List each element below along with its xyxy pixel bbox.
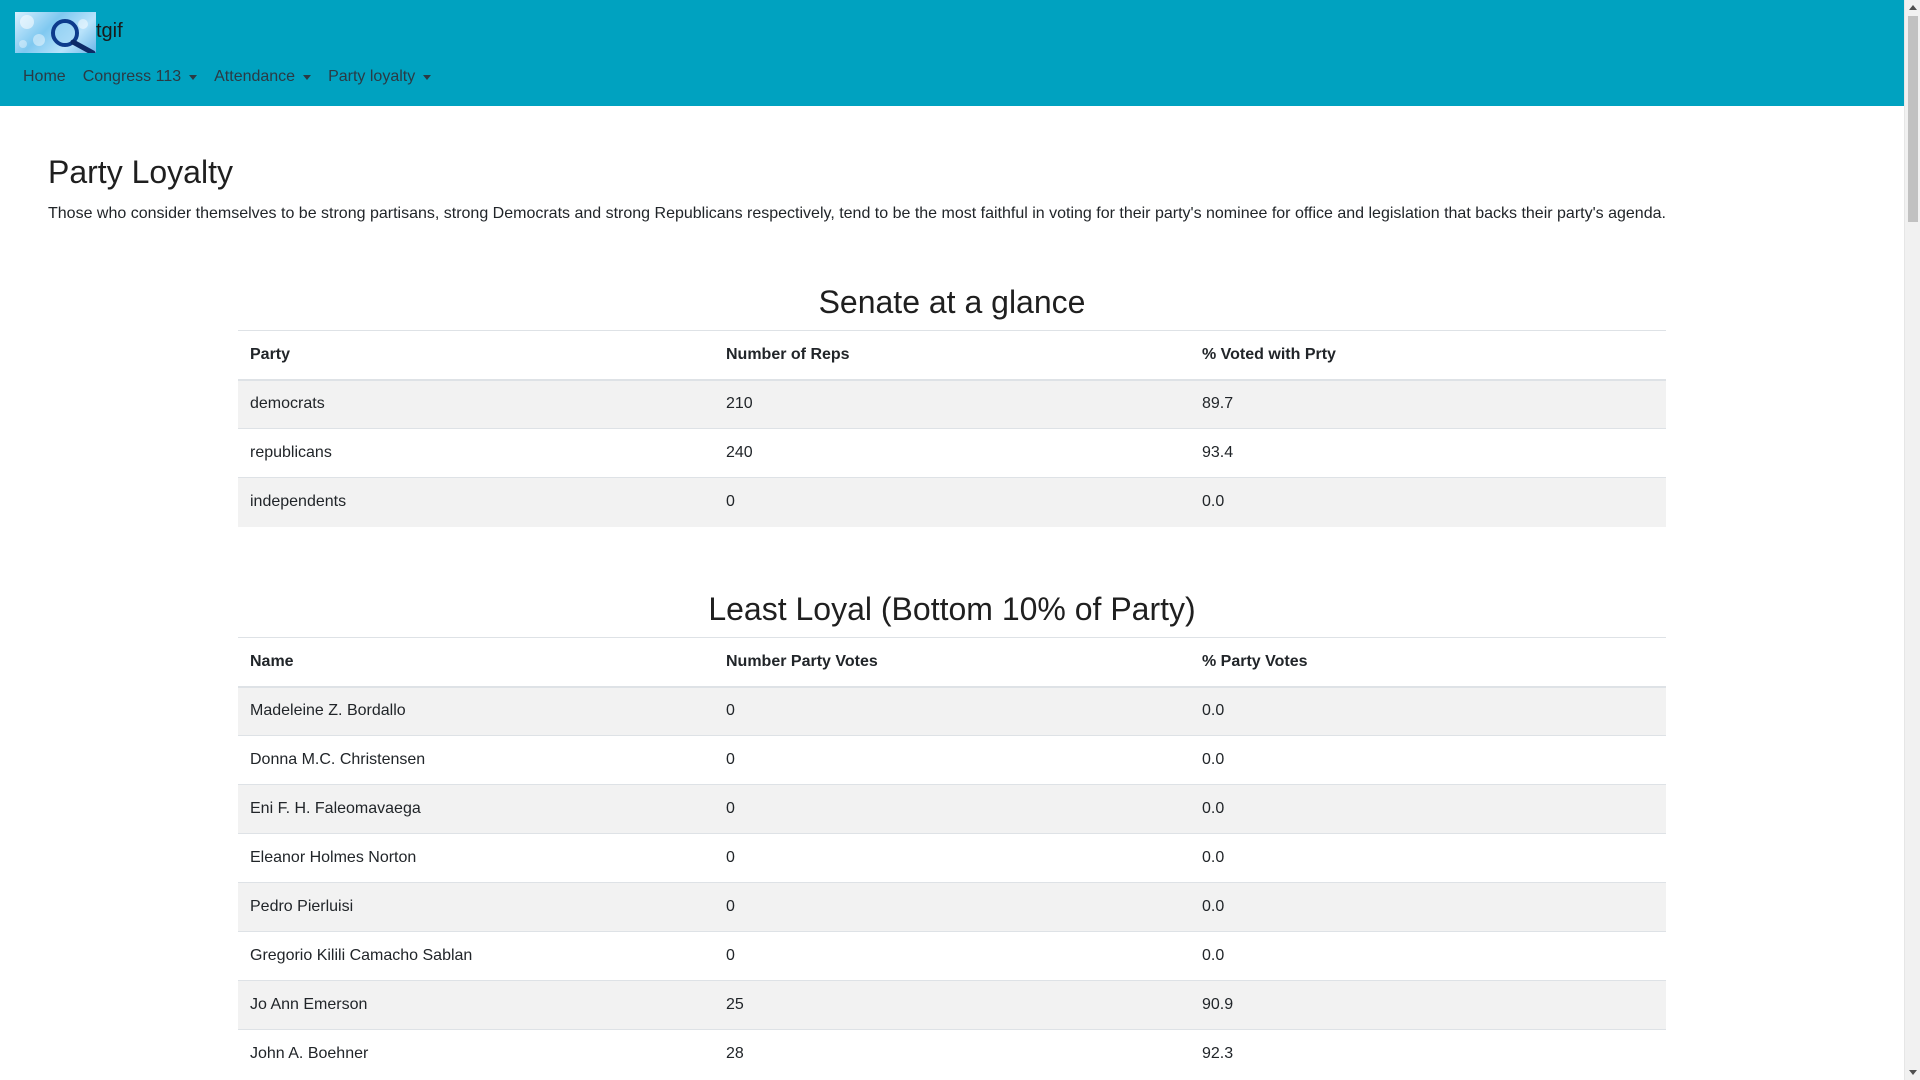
table-row: Gregorio Kilili Camacho Sablan 0 0.0	[238, 931, 1666, 981]
scroll-down-arrow-icon[interactable]	[1909, 1070, 1917, 1075]
glance-section: Senate at a glance Party Number of Reps …	[238, 282, 1666, 527]
table-cell: 0	[714, 882, 1190, 932]
nav-home[interactable]: Home	[15, 67, 74, 87]
nav-congress-label: Congress 113	[82, 68, 182, 85]
column-header: Number Party Votes	[714, 637, 1190, 688]
table-cell: Eleanor Holmes Norton	[238, 833, 714, 883]
table-cell: 90.9	[1190, 980, 1666, 1030]
table-row: Donna M.C. Christensen 0 0.0	[238, 735, 1666, 785]
table-cell: 0.0	[1190, 686, 1666, 736]
table-row: Jo Ann Emerson 25 90.9	[238, 980, 1666, 1030]
nav-attendance-dropdown[interactable]: Attendance	[206, 67, 319, 87]
glance-table: Party Number of Reps % Voted with Prty d…	[238, 330, 1666, 527]
table-cell: 0.0	[1190, 735, 1666, 785]
table-cell: 0	[714, 833, 1190, 883]
nav-party-loyalty-dropdown[interactable]: Party loyalty	[320, 67, 439, 87]
least-loyal-title: Least Loyal (Bottom 10% of Party)	[708, 591, 1196, 627]
table-row: republicans 240 93.4	[238, 428, 1666, 478]
vertical-scrollbar[interactable]	[1904, 0, 1920, 1080]
table-cell: Donna M.C. Christensen	[238, 735, 714, 785]
caret-down-icon	[189, 75, 198, 80]
column-header: Number of Reps	[714, 330, 1190, 381]
nav-party-loyalty-label: Party loyalty	[328, 68, 416, 85]
table-cell: 92.3	[1190, 1029, 1666, 1079]
glance-title: Senate at a glance	[818, 284, 1086, 320]
table-row: Madeleine Z. Bordallo 0 0.0	[238, 686, 1666, 736]
table-cell: 0.0	[1190, 931, 1666, 981]
navbar: tgif Home Congress 113 Attendance Party …	[0, 0, 1904, 106]
brand-name: tgif	[96, 20, 123, 42]
table-header-row: Name Number Party Votes % Party Votes	[238, 637, 1666, 688]
table-row: Pedro Pierluisi 0 0.0	[238, 882, 1666, 932]
table-cell: 0	[714, 931, 1190, 981]
table-cell: 0	[714, 686, 1190, 736]
table-cell: 25	[714, 980, 1190, 1030]
column-header: % Voted with Prty	[1190, 330, 1666, 381]
page: tgif Home Congress 113 Attendance Party …	[0, 0, 1904, 1080]
table-cell: republicans	[238, 428, 714, 478]
browser-viewport: tgif Home Congress 113 Attendance Party …	[0, 0, 1920, 1080]
table-cell: Pedro Pierluisi	[238, 882, 714, 932]
caret-down-icon	[303, 75, 312, 80]
table-cell: Eni F. H. Faleomavaega	[238, 784, 714, 834]
main-content: Party Loyalty Those who consider themsel…	[48, 152, 1668, 225]
table-cell: 0.0	[1190, 477, 1666, 527]
table-cell: 0.0	[1190, 784, 1666, 834]
table-row: Eleanor Holmes Norton 0 0.0	[238, 833, 1666, 883]
table-cell: 0.0	[1190, 833, 1666, 883]
intro-text: Those who consider themselves to be stro…	[48, 205, 1666, 222]
column-header: Party	[238, 330, 714, 381]
nav-home-label: Home	[23, 68, 66, 85]
table-cell: independents	[238, 477, 714, 527]
table-cell: democrats	[238, 379, 714, 429]
least-loyal-table: Name Number Party Votes % Party Votes Ma…	[238, 637, 1666, 1079]
caret-down-icon	[423, 75, 432, 80]
nav-congress-dropdown[interactable]: Congress 113	[75, 67, 205, 87]
scroll-up-arrow-icon[interactable]	[1909, 5, 1917, 10]
scrollbar-thumb[interactable]	[1908, 16, 1918, 222]
table-cell: 28	[714, 1029, 1190, 1079]
column-header: Name	[238, 637, 714, 688]
table-cell: Jo Ann Emerson	[238, 980, 714, 1030]
table-cell: 0.0	[1190, 882, 1666, 932]
table-cell: Madeleine Z. Bordallo	[238, 686, 714, 736]
main-nav: Home Congress 113 Attendance Party loyal…	[15, 67, 440, 87]
table-cell: 210	[714, 379, 1190, 429]
table-cell: 0	[714, 477, 1190, 527]
table-header-row: Party Number of Reps % Voted with Prty	[238, 330, 1666, 381]
table-row: democrats 210 89.7	[238, 379, 1666, 429]
page-title: Party Loyalty	[48, 154, 233, 190]
table-row: independents 0 0.0	[238, 477, 1666, 527]
table-cell: John A. Boehner	[238, 1029, 714, 1079]
table-row: Eni F. H. Faleomavaega 0 0.0	[238, 784, 1666, 834]
brand[interactable]: tgif	[15, 12, 123, 53]
magnifier-logo-icon	[15, 12, 96, 53]
least-loyal-section: Least Loyal (Bottom 10% of Party) Name N…	[238, 589, 1666, 1079]
table-cell: 0	[714, 784, 1190, 834]
table-cell: 240	[714, 428, 1190, 478]
column-header: % Party Votes	[1190, 637, 1666, 688]
table-cell: 89.7	[1190, 379, 1666, 429]
table-cell: 93.4	[1190, 428, 1666, 478]
table-cell: Gregorio Kilili Camacho Sablan	[238, 931, 714, 981]
nav-attendance-label: Attendance	[214, 68, 296, 85]
table-row: John A. Boehner 28 92.3	[238, 1029, 1666, 1079]
table-cell: 0	[714, 735, 1190, 785]
